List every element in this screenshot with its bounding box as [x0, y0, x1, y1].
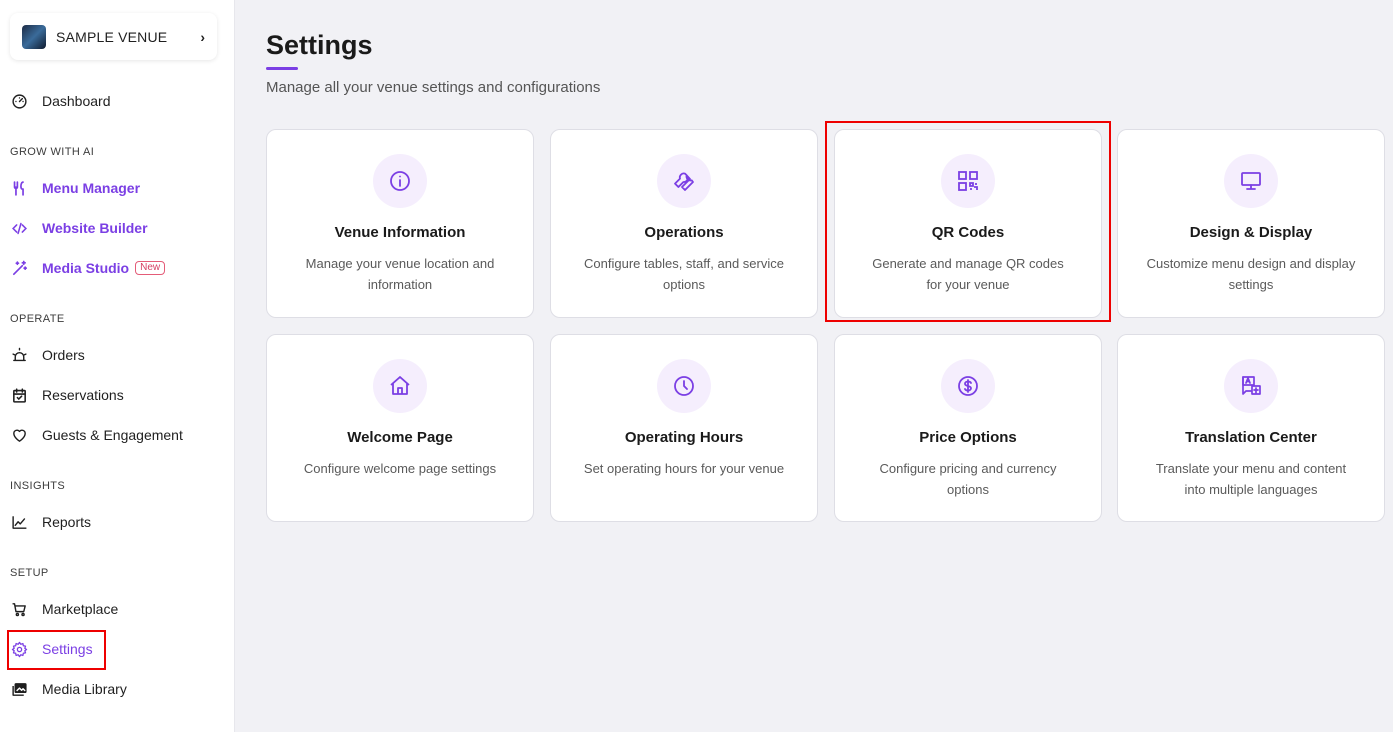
sidebar-item-marketplace[interactable]: Marketplace [0, 591, 235, 627]
info-icon [373, 154, 427, 208]
page-subtitle: Manage all your venue settings and confi… [266, 79, 601, 96]
card-qr-codes[interactable]: QR Codes Generate and manage QR codes fo… [834, 129, 1102, 318]
sidebar-item-media-studio[interactable]: Media Studio New [0, 250, 235, 286]
card-title: Welcome Page [347, 429, 453, 446]
sidebar-item-reports[interactable]: Reports [0, 504, 235, 540]
sidebar-item-guests[interactable]: Guests & Engagement [0, 417, 235, 453]
card-description: Customize menu design and display settin… [1146, 256, 1356, 292]
calendar-check-icon [10, 386, 28, 404]
gauge-icon [10, 92, 28, 110]
section-label-grow: GROW WITH AI [10, 146, 95, 158]
section-label-operate: OPERATE [10, 313, 65, 325]
monitor-icon [1224, 154, 1278, 208]
card-description: Configure tables, staff, and service opt… [584, 256, 784, 292]
code-icon [10, 219, 28, 237]
card-title: Translation Center [1185, 429, 1317, 446]
clock-icon [657, 359, 711, 413]
card-operations[interactable]: Operations Configure tables, staff, and … [550, 129, 818, 318]
page-title: Settings [266, 30, 373, 60]
wrench-icon [657, 154, 711, 208]
sidebar-item-dashboard[interactable]: Dashboard [0, 83, 235, 119]
card-title: Price Options [919, 429, 1017, 446]
card-title: Operations [644, 224, 724, 241]
sidebar-item-label: Settings [42, 641, 93, 657]
card-operating-hours[interactable]: Operating Hours Set operating hours for … [550, 334, 818, 522]
magic-wand-icon [10, 259, 28, 277]
card-description: Translate your menu and content into mul… [1155, 461, 1347, 497]
card-welcome-page[interactable]: Welcome Page Configure welcome page sett… [266, 334, 534, 522]
fork-knife-icon [10, 179, 28, 197]
card-title: Venue Information [334, 224, 466, 241]
card-description: Manage your venue location and informati… [305, 256, 495, 292]
venue-name: SAMPLE VENUE [56, 28, 168, 45]
section-label-insights: INSIGHTS [10, 480, 66, 492]
new-badge: New [135, 261, 166, 275]
card-title: QR Codes [931, 224, 1005, 241]
home-icon [373, 359, 427, 413]
images-icon [10, 680, 28, 698]
sidebar-item-label: Website Builder [42, 220, 148, 236]
sidebar-item-label: Marketplace [42, 601, 119, 617]
card-description: Configure pricing and currency options [879, 461, 1057, 497]
sidebar-item-label: Dashboard [42, 93, 111, 109]
title-underline [266, 67, 298, 70]
card-description: Set operating hours for your venue [583, 461, 785, 476]
sidebar-item-orders[interactable]: Orders [0, 337, 235, 373]
cart-icon [10, 600, 28, 618]
card-title: Operating Hours [624, 429, 744, 446]
sidebar-item-label: Reports [42, 514, 92, 530]
sidebar-item-label: Reservations [42, 387, 124, 403]
card-description: Generate and manage QR codes for your ve… [872, 256, 1064, 292]
card-design-display[interactable]: Design & Display Customize menu design a… [1117, 129, 1385, 318]
sidebar-item-label: Guests & Engagement [42, 427, 183, 443]
line-chart-icon [10, 513, 28, 531]
sidebar-item-label: Orders [42, 347, 85, 363]
card-description: Configure welcome page settings [303, 461, 497, 476]
sidebar: SAMPLE VENUE › Dashboard GROW WITH AI Me… [0, 0, 235, 732]
venue-logo [22, 24, 46, 49]
card-title: Design & Display [1189, 224, 1313, 241]
qr-code-icon [941, 154, 995, 208]
sidebar-item-settings[interactable]: Settings [0, 631, 235, 667]
sidebar-item-label: Media Studio [42, 260, 130, 276]
card-venue-information[interactable]: Venue Information Manage your venue loca… [266, 129, 534, 318]
section-label-setup: SETUP [10, 567, 49, 579]
sidebar-item-website-builder[interactable]: Website Builder [0, 210, 235, 246]
translate-icon [1224, 359, 1278, 413]
sidebar-item-label: Media Library [42, 681, 127, 697]
venue-switcher[interactable]: SAMPLE VENUE › [10, 13, 217, 60]
dollar-icon [941, 359, 995, 413]
chevron-right-icon: › [200, 28, 205, 45]
heart-icon [10, 426, 28, 444]
sidebar-item-label: Menu Manager [42, 180, 141, 196]
bell-icon [10, 346, 28, 364]
sidebar-item-menu-manager[interactable]: Menu Manager [0, 170, 235, 206]
card-translation-center[interactable]: Translation Center Translate your menu a… [1117, 334, 1385, 522]
gear-icon [10, 640, 28, 658]
card-price-options[interactable]: Price Options Configure pricing and curr… [834, 334, 1102, 522]
sidebar-item-reservations[interactable]: Reservations [0, 377, 235, 413]
sidebar-item-media-library[interactable]: Media Library [0, 671, 235, 707]
